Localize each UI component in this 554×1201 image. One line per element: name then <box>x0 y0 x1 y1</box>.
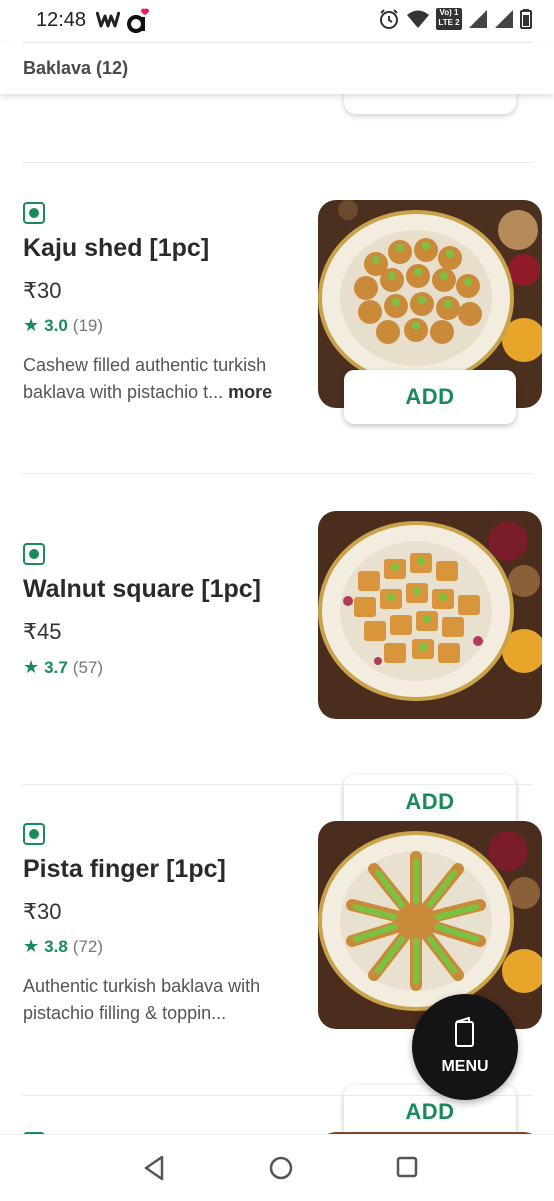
veg-indicator-icon <box>23 543 45 565</box>
item-price: ₹30 <box>23 899 62 924</box>
item-name: Pista finger [1pc] <box>23 855 226 883</box>
rating-value: 3.7 <box>44 657 68 677</box>
item-rating: ★ 3.7 (57) <box>23 657 103 678</box>
a-logo-icon <box>127 8 149 33</box>
item-divider <box>22 784 532 785</box>
volte-label-bottom: LTE 2 <box>438 18 460 27</box>
star-icon: ★ <box>23 936 40 956</box>
w-logo-icon <box>96 11 120 28</box>
volte-icon: Vo) 1 LTE 2 <box>436 8 462 30</box>
signal-icon <box>469 10 487 28</box>
status-right-icons: Vo) 1 LTE 2 <box>378 8 532 30</box>
item-price: ₹30 <box>23 278 62 303</box>
menu-item[interactable]: Kaju shed [1pc] ₹30 ★ 3.0 (19) Cashew fi… <box>0 200 554 440</box>
item-image[interactable] <box>318 821 542 1029</box>
item-divider <box>22 473 532 474</box>
baklava-plate-image <box>318 821 542 1029</box>
baklava-plate-image <box>318 511 542 719</box>
alarm-icon <box>380 9 398 29</box>
rating-count: (19) <box>72 315 104 335</box>
rating-value: 3.0 <box>44 315 68 335</box>
category-title: Baklava (12) <box>23 58 129 78</box>
previous-item-add-button[interactable] <box>344 94 516 114</box>
item-price: ₹45 <box>23 619 62 644</box>
star-icon: ★ <box>23 315 40 335</box>
rating-count: (57) <box>72 657 104 677</box>
status-time: 12:48 <box>36 9 87 31</box>
status-bar: 12:48 Vo) 1 LTE 2 <box>0 0 554 42</box>
item-name: Kaju shed [1pc] <box>23 234 210 262</box>
menu-list[interactable]: Kaju shed [1pc] ₹30 ★ 3.0 (19) Cashew fi… <box>0 94 554 1134</box>
wifi-icon <box>407 10 429 28</box>
recents-icon[interactable] <box>395 1155 419 1179</box>
veg-indicator-icon <box>23 202 45 224</box>
signal-icon <box>495 10 513 28</box>
add-button[interactable]: ADD <box>344 370 516 424</box>
veg-indicator-icon <box>23 823 45 845</box>
item-description-text: Authentic turkish baklava with pistachio… <box>23 976 261 1023</box>
item-description: Authentic turkish baklava with pistachio… <box>23 973 298 1027</box>
volte-label-top: Vo) 1 <box>439 8 459 17</box>
menu-button[interactable]: MENU <box>412 994 518 1100</box>
item-rating: ★ 3.0 (19) <box>23 315 103 336</box>
header-divider <box>22 42 532 43</box>
battery-icon <box>520 9 532 29</box>
item-rating: ★ 3.8 (72) <box>23 936 103 957</box>
menu-item[interactable]: Walnut square [1pc] ₹45 ★ 3.7 (57) ADD <box>0 511 554 829</box>
menu-button-label: MENU <box>441 1058 489 1075</box>
item-image[interactable] <box>318 511 542 719</box>
rating-count: (72) <box>72 936 104 956</box>
category-header: Baklava (12) <box>0 42 554 94</box>
back-icon[interactable] <box>142 1155 166 1181</box>
star-icon: ★ <box>23 657 40 677</box>
status-app-icons <box>96 8 150 34</box>
system-nav-bar <box>0 1134 554 1201</box>
item-divider <box>22 162 532 163</box>
item-description: Cashew filled authentic turkish baklava … <box>23 352 298 406</box>
home-icon[interactable] <box>268 1155 294 1181</box>
menu-book-icon <box>455 1017 474 1047</box>
item-name: Walnut square [1pc] <box>23 575 261 603</box>
rating-value: 3.8 <box>44 936 68 956</box>
more-link[interactable]: more <box>228 382 272 402</box>
